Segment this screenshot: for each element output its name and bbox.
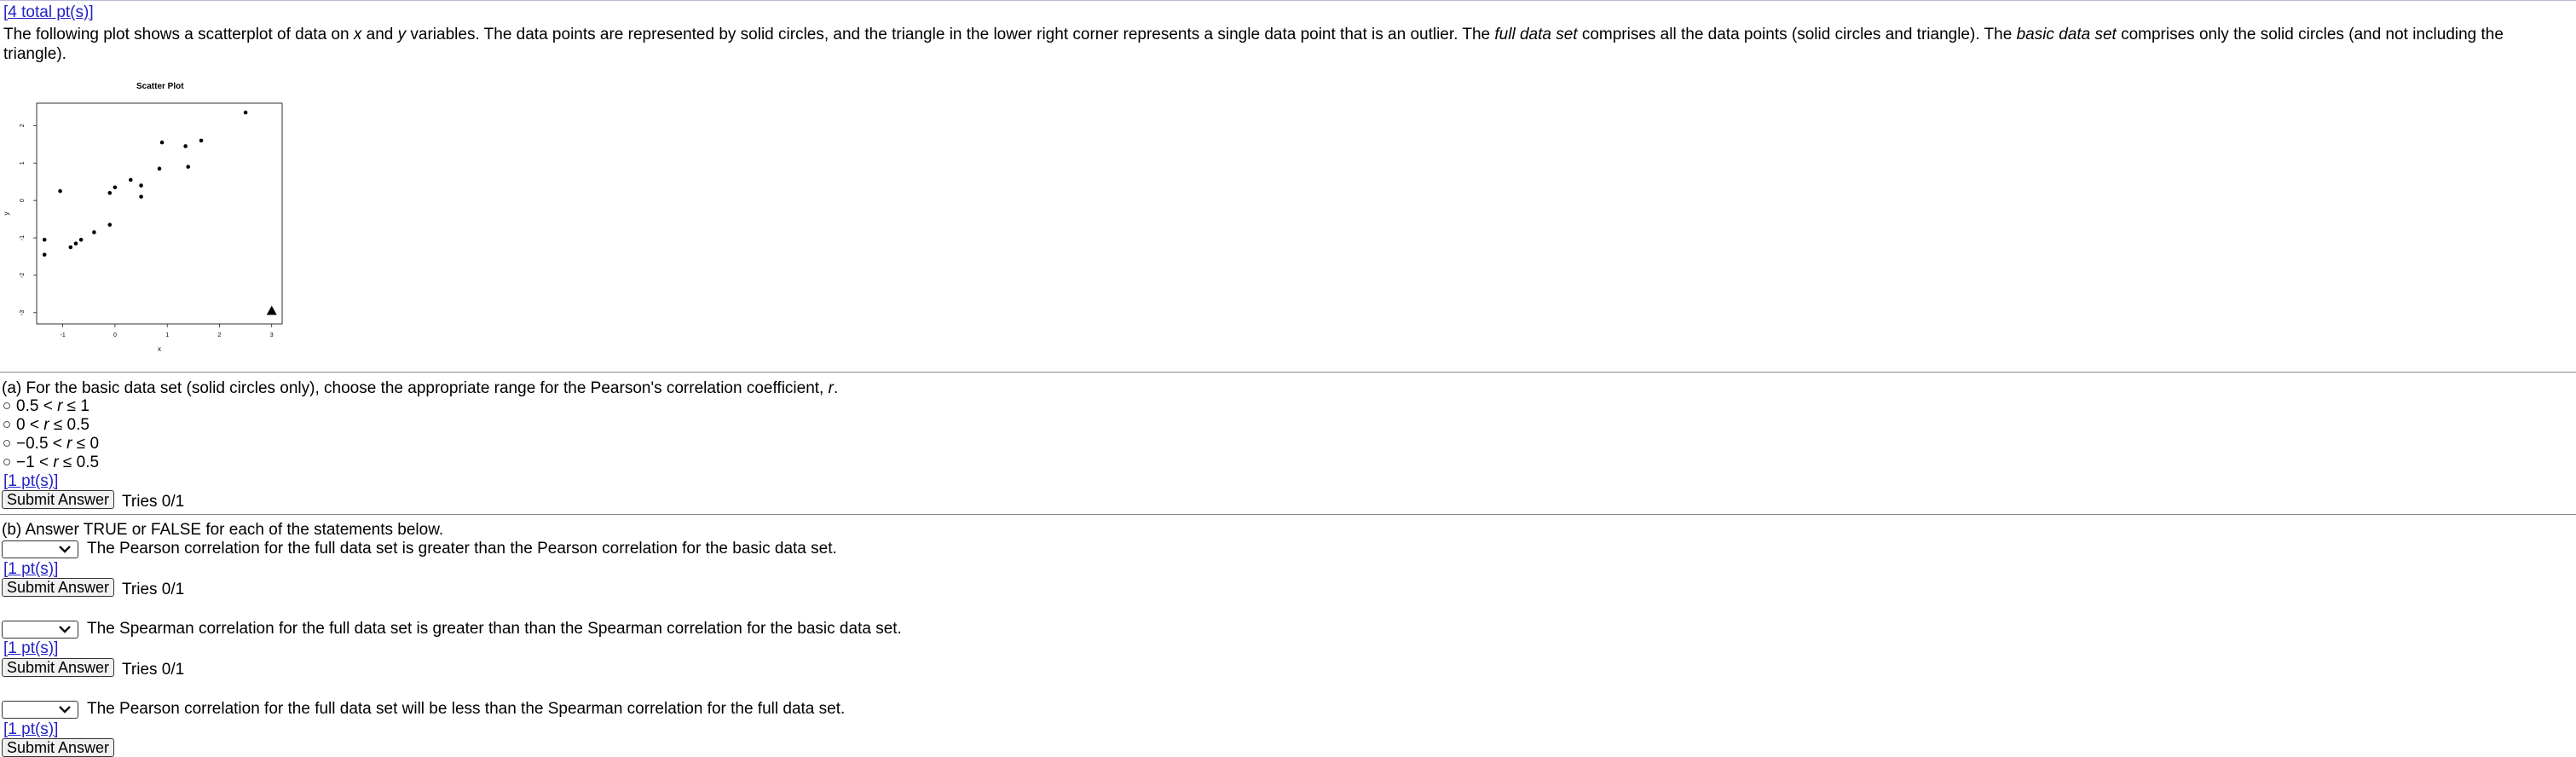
data-point — [68, 245, 73, 250]
option-a3-hi: ≤ 0 — [72, 435, 100, 453]
statement-2-submit-button[interactable]: Submit Answer — [2, 658, 115, 677]
statement-1-select[interactable] — [2, 540, 78, 558]
option-a2[interactable]: 0 < r ≤ 0.5 — [3, 416, 90, 435]
option-a1-hi: ≤ 1 — [62, 397, 90, 415]
data-point — [139, 183, 143, 188]
divider-1 — [0, 372, 2576, 373]
radio-a1[interactable] — [3, 402, 10, 409]
part-a-points-link[interactable]: [1 pt(s)] — [3, 472, 58, 491]
data-point — [42, 252, 47, 257]
scatter-plot: -1 0 1 2 3 -3 -2 -1 0 1 2 x y — [3, 102, 283, 353]
data-point — [159, 140, 165, 145]
part-a-submit-button[interactable]: Submit Answer — [2, 490, 115, 509]
statement-1-tries: Tries 0/1 — [122, 581, 185, 598]
data-point — [113, 185, 118, 190]
data-point — [128, 177, 133, 182]
radio-a4[interactable] — [3, 458, 10, 465]
plot-frame — [36, 102, 283, 325]
var-y: y — [397, 26, 407, 43]
data-point — [199, 138, 204, 143]
basic-data-set-term: basic data set — [2016, 26, 2117, 43]
top-border — [0, 0, 2576, 1]
option-a4-lo: −1 < — [16, 454, 54, 471]
statement-2-text: The Spearman correlation for the full da… — [87, 620, 902, 638]
option-a2-hi: ≤ 0.5 — [49, 416, 90, 434]
option-a1[interactable]: 0.5 < r ≤ 1 — [3, 397, 90, 416]
intro-text-4: comprises all the data points (solid cir… — [1577, 26, 2017, 43]
statement-3-text: The Pearson correlation for the full dat… — [87, 700, 846, 718]
x-tick-label: 2 — [218, 332, 222, 338]
option-a4-hi: ≤ 0.5 — [58, 454, 100, 471]
statement-2-points-link[interactable]: [1 pt(s)] — [3, 639, 58, 658]
y-tick-label: -1 — [20, 235, 26, 240]
statement-2-select[interactable] — [2, 621, 78, 639]
statement-1-submit-button[interactable]: Submit Answer — [2, 578, 115, 597]
data-point — [139, 194, 143, 199]
chevron-down-icon — [59, 626, 71, 633]
x-tick-label: -1 — [61, 332, 66, 338]
intro-text-1: The following plot shows a scatterplot o… — [3, 26, 354, 43]
option-a4[interactable]: −1 < r ≤ 0.5 — [3, 454, 99, 472]
radio-a2[interactable] — [3, 420, 10, 428]
intro-text-3: variables. The data points are represent… — [406, 26, 1495, 43]
chevron-down-icon — [59, 546, 71, 553]
data-point — [186, 165, 191, 169]
data-point — [78, 237, 84, 242]
data-point — [243, 110, 248, 115]
radio-a3[interactable] — [3, 439, 10, 447]
part-a-tries: Tries 0/1 — [122, 493, 185, 511]
data-point — [107, 222, 113, 227]
divider-2 — [0, 514, 2576, 515]
x-axis-label: x — [158, 345, 161, 353]
data-point — [42, 237, 47, 242]
part-a-question-end: . — [833, 379, 839, 397]
x-tick-label: 0 — [113, 332, 117, 338]
chevron-down-icon — [59, 706, 71, 714]
data-point — [157, 166, 162, 171]
data-point — [92, 230, 96, 234]
option-a3-lo: −0.5 < — [16, 435, 67, 453]
data-point — [58, 188, 62, 194]
y-axis-label: y — [3, 212, 10, 216]
statement-1-points-link[interactable]: [1 pt(s)] — [3, 560, 58, 579]
data-point — [107, 191, 113, 195]
part-a-question: (a) For the basic data set (solid circle… — [2, 379, 838, 398]
statement-3-select[interactable] — [2, 701, 78, 719]
y-tick-label: 0 — [20, 199, 26, 202]
x-tick-label: 3 — [270, 332, 274, 338]
intro-text-2: and — [361, 26, 398, 43]
statement-1-text: The Pearson correlation for the full dat… — [87, 540, 837, 558]
statement-3-submit-button[interactable]: Submit Answer — [2, 738, 115, 757]
var-x: x — [353, 26, 362, 43]
part-b-intro: (b) Answer TRUE or FALSE for each of the… — [2, 521, 444, 539]
total-points-link[interactable]: [4 total pt(s)] — [3, 3, 94, 22]
y-tick-label: -2 — [20, 273, 26, 278]
problem-intro: The following plot shows a scatterplot o… — [3, 25, 2569, 64]
part-a-question-text: (a) For the basic data set (solid circle… — [2, 379, 829, 397]
statement-2-tries: Tries 0/1 — [122, 661, 185, 679]
statement-3-points-link[interactable]: [1 pt(s)] — [3, 720, 58, 739]
full-data-set-term: full data set — [1494, 26, 1578, 43]
x-tick-label: 1 — [165, 332, 169, 338]
option-a1-lo: 0.5 < — [16, 397, 58, 415]
y-tick-label: -3 — [20, 310, 26, 315]
y-tick-label: 1 — [20, 161, 26, 165]
data-point — [183, 144, 188, 148]
option-a3[interactable]: −0.5 < r ≤ 0 — [3, 435, 99, 454]
option-a2-lo: 0 < — [16, 416, 44, 434]
data-point — [73, 241, 78, 246]
y-tick-label: 2 — [20, 124, 26, 127]
outlier-triangle-point — [266, 305, 277, 315]
